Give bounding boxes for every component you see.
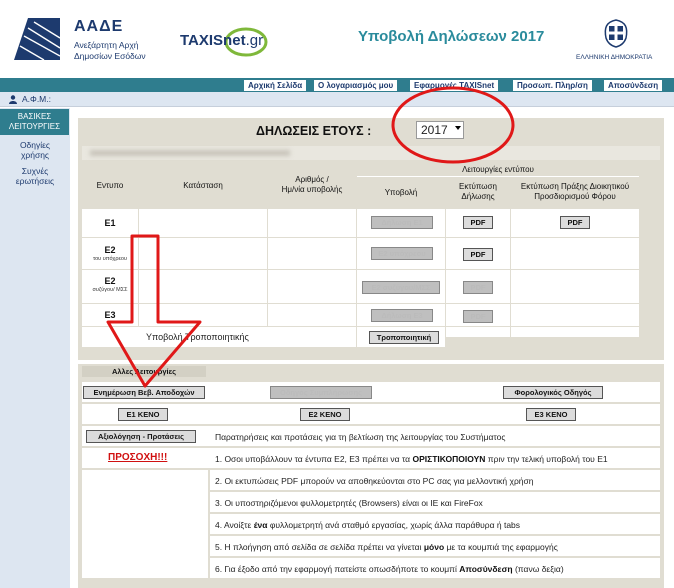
afm-label: Α.Φ.Μ.: [22, 94, 51, 104]
taxisnet-brand: TAXISnet [180, 32, 246, 49]
col-header-status: Κατάσταση [139, 163, 267, 208]
submit-e1-button[interactable]: Δήλωση Ε1 [371, 216, 433, 229]
col-header-submit: Υποβολή [357, 178, 445, 208]
government-label: ΕΛΛΗΝΙΚΗ ΔΗΜΟΚΡΑΤΙΑ [576, 54, 653, 61]
submit-e2-spouse-button[interactable]: Ε2 συζύγου/ΜΣΣ [362, 281, 440, 294]
taxisnet-suffix: .gr [245, 32, 264, 49]
col-header-number: Αριθμός / Ημ/νία υποβολής [268, 163, 356, 208]
col-header-act-line1: Εκτύπωση Πράξης Διοικητικού [520, 182, 630, 191]
col-header-form: Εντυπο [82, 163, 138, 208]
note-6-post: (πανω δεξια) [512, 564, 564, 574]
note-1: 1. Οσοι υποβάλλουν τα έντυπα Ε2, Ε3 πρέπ… [215, 454, 608, 464]
number-column [268, 209, 356, 337]
sidebar-item-instructions[interactable]: Οδηγίες χρήσης [0, 140, 70, 160]
feedback-button[interactable]: Αξιολόγηση - Προτάσεις [86, 430, 196, 443]
app-title: Υποβολή Δηλώσεων 2017 [358, 28, 545, 45]
page-header [0, 0, 674, 78]
note-1-bold: ΟΡΙΣΤΙΚΟΠΟΙΟΥΝ [412, 454, 486, 464]
note-5-post: με τα κουμπιά της εφαρμογής [444, 542, 558, 552]
sidebar-item-label: ερωτήσεις [15, 176, 55, 186]
note-2: 2. Οι εκτυπώσεις PDF μπορούν να αποθηκεύ… [215, 476, 534, 486]
greek-emblem-icon [604, 19, 628, 48]
print-e3-pdf-button[interactable]: PDF [463, 310, 493, 323]
blank-e1-button[interactable]: Ε1 ΚΕΝΟ [118, 408, 168, 421]
sidebar-item-faq[interactable]: Συχνές ερωτήσεις [0, 166, 70, 186]
feedback-text: Παρατηρήσεις και προτάσεις για τη βελτίω… [215, 432, 506, 442]
note-5-text: 5. Η πλοήγηση από σελίδα σε σελίδα πρέπε… [215, 542, 424, 552]
submit-e2-button[interactable]: Ε2 υπόχρεου [371, 247, 433, 260]
col-header-act-line2: Προσδιορισμού Φόρου [534, 192, 616, 201]
warning-cell [82, 470, 208, 578]
print-e2-spouse-pdf-button[interactable]: PDF [463, 281, 493, 294]
annotation-ellipse [391, 86, 515, 164]
sidebar-heading: ΒΑΣΙΚΕΣ ΛΕΙΤΟΥΡΓΙΕΣ [0, 109, 69, 135]
note-5: 5. Η πλοήγηση από σελίδα σε σελίδα πρέπε… [215, 542, 558, 552]
note-1-post: πριν την τελική υποβολή του Ε1 [485, 454, 608, 464]
sidebar-item-label: χρήσης [20, 150, 50, 160]
tax-guide-button[interactable]: Φορολογικός Οδηγός [503, 386, 603, 399]
nav-personal-info[interactable]: Προσωπ. Πληρ/ση [513, 80, 592, 91]
nav-home[interactable]: Αρχική Σελίδα [244, 80, 307, 91]
declarations-title: ΔΗΛΩΣΕΙΣ ΕΤΟΥΣ : [256, 124, 372, 138]
sidebar-heading-line1: ΒΑΣΙΚΕΣ [17, 112, 52, 121]
print-e1-pdf-button[interactable]: PDF [463, 216, 493, 229]
org-line-1: Ανεξάρτητη Αρχή [74, 40, 139, 50]
note-4: 4. Ανοίξτε ένα φυλλομετρητή ανά σταθμό ε… [215, 520, 520, 530]
sidebar-heading-line2: ΛΕΙΤΟΥΡΓΙΕΣ [8, 122, 61, 131]
note-6-text: 6. Για έξοδο από την εφαρμογή πατείστε ο… [215, 564, 460, 574]
note-1-text: 1. Οσοι υποβάλλουν τα έντυπα Ε2, Ε3 πρέπ… [215, 454, 413, 464]
blank-e3-button[interactable]: Ε3 ΚΕΝΟ [526, 408, 576, 421]
submit-e3-button[interactable]: Δήλωση Ε3 [371, 309, 433, 322]
col-header-print: Εκτύπωση Δήλωσης [446, 178, 510, 208]
org-short-name: ΑΑΔΕ [74, 18, 124, 35]
blank-e2-button[interactable]: Ε2 ΚΕΝΟ [300, 408, 350, 421]
print-e2-pdf-button[interactable]: PDF [463, 248, 493, 261]
note-4-post: φυλλομετρητή ανά σταθμό εργασίας, χωρίς … [267, 520, 521, 530]
nav-my-account[interactable]: Ο λογαριασμός μου [314, 80, 398, 91]
note-4-bold: ένα [253, 520, 268, 530]
note-6-bold: Αποσύνδεση [459, 564, 513, 574]
fill-guide-button[interactable]: Οδηγός Συμπλήρωσης [270, 386, 372, 399]
warning-heading: ΠΡΟΣΟΧΗ!!! [108, 452, 168, 463]
amend-button[interactable]: Τροποποιητική [369, 331, 439, 344]
note-3: 3. Οι υποστηριζόμενοι φυλλομετρητές (Bro… [215, 498, 483, 508]
nav-logout[interactable]: Αποσύνδεση [604, 80, 663, 91]
blurred-text [90, 150, 290, 156]
act-e1-pdf-button[interactable]: PDF [560, 216, 590, 229]
note-5-bold: μόνο [423, 542, 445, 552]
note-4-text: 4. Ανοίξτε [215, 520, 254, 530]
col-header-number-line1: Αριθμός / [295, 175, 329, 184]
taxisnet-logo: TAXISnet.gr [180, 32, 263, 49]
col-header-number-line2: Ημ/νία υποβολής [281, 185, 343, 194]
form-code-e1: Ε1 [104, 218, 116, 228]
org-line-2: Δημοσίων Εσόδων [74, 51, 146, 61]
aade-logo-icon [14, 18, 60, 60]
sidebar-item-label: Οδηγίες [19, 140, 51, 150]
note-6: 6. Για έξοδο από την εφαρμογή πατείστε ο… [215, 564, 564, 574]
sidebar-item-label: Συχνές [21, 166, 49, 176]
annotation-arrow-icon [106, 234, 202, 388]
col-header-print-line1: Εκτύπωση [459, 182, 497, 191]
col-header-act: Εκτύπωση Πράξης Διοικητικού Προσδιορισμο… [511, 178, 639, 208]
user-bar [0, 92, 674, 107]
col-header-print-line2: Δήλωσης [461, 192, 495, 201]
user-icon [9, 95, 17, 104]
